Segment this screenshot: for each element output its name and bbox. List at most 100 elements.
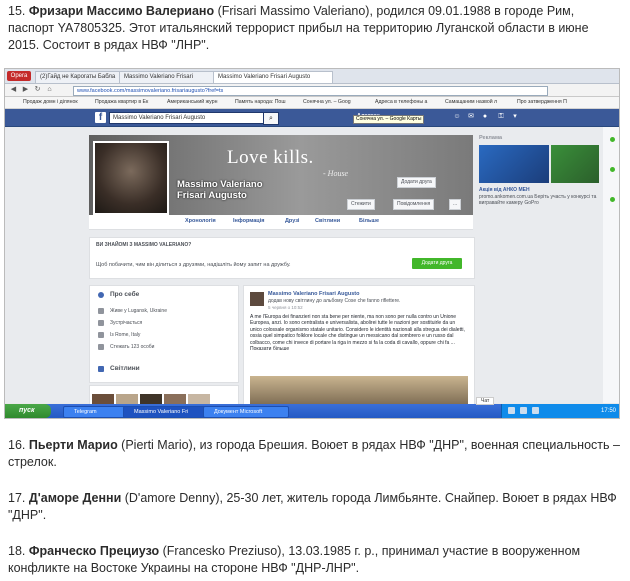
ad-title[interactable]: Акція від АНКО МЕН — [479, 187, 530, 193]
about-row: Із Rome, Italy — [110, 332, 141, 338]
profile-name-line2: Frisari Augusto — [177, 190, 247, 201]
paragraph-15: 15. Фризари Массимо Валериано (Frisari M… — [8, 3, 622, 54]
tab-photos[interactable]: Світлини — [315, 218, 340, 224]
item-number: 17. — [8, 491, 29, 505]
friend-request-heading: ВИ ЗНАЙОМІ З MASSIMO VALERIANO? — [96, 242, 192, 248]
post-author[interactable]: Massimo Valeriano Frisari Augusto — [268, 291, 360, 297]
paragraph-17: 17. Д'аморе Денни (D'amore Denny), 25-30… — [8, 490, 622, 524]
about-row[interactable]: Стежать 123 особи — [110, 344, 154, 350]
taskbar-item[interactable]: Документ Microsoft — [203, 406, 289, 418]
bookmark[interactable]: Про затвердження П — [517, 98, 567, 107]
tab[interactable]: (2)Гайд не Карогаты Бабла — [35, 71, 125, 83]
follow-button[interactable]: Стежити — [347, 199, 375, 210]
about-row: Зустрічається — [110, 320, 143, 326]
system-tray: Чат 17:50 — [476, 397, 619, 418]
notifications-icon[interactable]: ● — [481, 113, 489, 121]
online-dot-icon — [610, 197, 615, 202]
home-icon — [98, 308, 104, 314]
photos-icon — [98, 366, 104, 372]
bookmark[interactable]: Американський журн — [167, 98, 217, 107]
facebook-logo[interactable]: f — [95, 112, 106, 123]
messages-icon[interactable]: ✉ — [467, 113, 475, 121]
timeline-post: Massimo Valeriano Frisari Augusto додав … — [243, 285, 475, 407]
more-options-button[interactable]: ... — [449, 199, 462, 210]
profile-picture[interactable] — [93, 141, 169, 215]
online-dot-icon — [610, 167, 615, 172]
profile-name: Massimo Valeriano Frisari Augusto — [177, 179, 263, 201]
bookmark[interactable]: Адреса в телефоны а — [375, 98, 427, 107]
heart-icon — [98, 320, 104, 326]
tab[interactable]: Massimo Valeriano Frisari — [119, 71, 219, 83]
post-image[interactable] — [250, 376, 468, 406]
windows-taskbar: пуск Telegram Massimo Valeriano Fri Доку… — [5, 397, 619, 418]
right-column: Реклама Акція від АНКО МЕН promo.ankomen.… — [479, 135, 601, 335]
person-name: Пьерти Марио — [28, 438, 118, 452]
tab-timeline[interactable]: Хронологія — [185, 218, 216, 224]
ads-heading: Реклама — [479, 135, 503, 141]
privacy-icon[interactable]: ⚿ — [497, 113, 505, 121]
tab-bar: Opera (2)Гайд не Карогаты Бабла Massimo … — [5, 69, 619, 84]
post-timestamp[interactable]: 5 червня о 10:52 — [268, 305, 303, 310]
tab-more[interactable]: Більше — [359, 218, 379, 224]
bookmark[interactable]: Продажа квартир в Ек — [95, 98, 148, 107]
start-button[interactable]: пуск — [5, 404, 51, 418]
item-number: 18. — [8, 544, 29, 558]
followers-icon — [98, 344, 104, 350]
facebook-top-bar: f Massimo Valeriano Frisari Augusto ⌕ Ал… — [5, 109, 619, 127]
volume-icon[interactable] — [520, 407, 527, 414]
opera-menu-button[interactable]: Opera — [7, 71, 31, 81]
post-avatar[interactable] — [250, 292, 264, 306]
taskbar-item[interactable]: Telegram — [63, 406, 129, 418]
bookmarks-bar: Продаж домн і ділянок Продажа квартир в … — [5, 97, 619, 109]
location-icon — [98, 332, 104, 338]
online-dot-icon — [610, 137, 615, 142]
forward-icon[interactable]: ▶ — [21, 86, 30, 94]
globe-icon — [98, 292, 104, 298]
bookmark[interactable]: Продаж домн і ділянок — [23, 98, 78, 107]
home-icon[interactable]: ⌂ — [45, 86, 54, 94]
network-icon[interactable] — [508, 407, 515, 414]
friends-icon[interactable]: ☺ — [453, 113, 461, 121]
bookmark[interactable]: Память народа: Пош — [235, 98, 285, 107]
chat-tray-label[interactable]: Чат — [476, 397, 495, 405]
tab-active[interactable]: Massimo Valeriano Frisari Augusto — [213, 71, 333, 83]
taskbar-item-active[interactable]: Massimo Valeriano Fri — [123, 406, 209, 418]
cover-subtitle-text: - House — [323, 169, 349, 178]
person-name: Д'аморе Денни — [28, 491, 122, 505]
screenshot-browser: Opera (2)Гайд не Карогаты Бабла Massimo … — [4, 68, 620, 419]
ad-text[interactable]: Акція від АНКО МЕН promo.ankomen.com.ua Б… — [479, 187, 599, 207]
reload-icon[interactable]: ↻ — [33, 86, 42, 94]
tab-friends[interactable]: Друзі — [285, 218, 299, 224]
ad-description: promo.ankomen.com.ua Беріть участь у кон… — [479, 193, 597, 207]
person-name: Фризари Массимо Валериано — [28, 4, 215, 18]
bookmark[interactable]: Сонячна ул. – Goog — [303, 98, 351, 107]
chat-sidebar — [603, 127, 619, 403]
cover-title-text: Love kills. — [227, 147, 314, 168]
post-text: A me l'Europa dei finanzieri non sta ben… — [250, 314, 465, 353]
post-meta: додав нову світлину до альбому Cose che … — [268, 298, 401, 304]
bookmark[interactable]: Самащаним назвой л — [445, 98, 497, 107]
ad-image[interactable] — [551, 145, 599, 183]
tab-about[interactable]: Інформація — [233, 218, 264, 224]
ad-image[interactable] — [479, 145, 549, 183]
search-icon[interactable]: ⌕ — [263, 112, 279, 125]
message-button[interactable]: Повідомлення — [393, 199, 435, 210]
language-icon[interactable] — [532, 407, 539, 414]
add-friend-green-button[interactable]: Додати друга — [412, 258, 462, 269]
paragraph-18: 18. Франческо Прециузо (Francesko Preziu… — [8, 543, 622, 577]
photos-heading: Світлини — [110, 365, 140, 372]
settings-icon[interactable]: ▾ — [511, 113, 519, 121]
url-input[interactable]: www.facebook.com/massimovaleriano.frisar… — [73, 86, 548, 96]
add-friend-button[interactable]: Додати друга — [397, 177, 436, 188]
profile-name-line1: Massimo Valeriano — [177, 179, 263, 190]
friend-request-box: ВИ ЗНАЙОМІ З MASSIMO VALERIANO? Щоб поба… — [89, 237, 475, 279]
friend-request-text: Щоб побачити, чим він ділиться з друзями… — [96, 262, 291, 268]
about-row: Живе у Lugansk, Ukraine — [110, 308, 167, 314]
clock[interactable]: 17:50 — [601, 406, 616, 416]
tooltip: Сонячна ул. – Google Карты — [353, 115, 425, 124]
paragraph-16: 16. Пьерти Марио (Pierti Mario), из горо… — [8, 437, 622, 471]
address-bar: ◀ ▶ ↻ ⌂ www.facebook.com/massimovalerian… — [5, 84, 619, 97]
item-number: 16. — [8, 438, 29, 452]
back-icon[interactable]: ◀ — [9, 86, 18, 94]
facebook-search-input[interactable]: Massimo Valeriano Frisari Augusto — [109, 112, 264, 124]
